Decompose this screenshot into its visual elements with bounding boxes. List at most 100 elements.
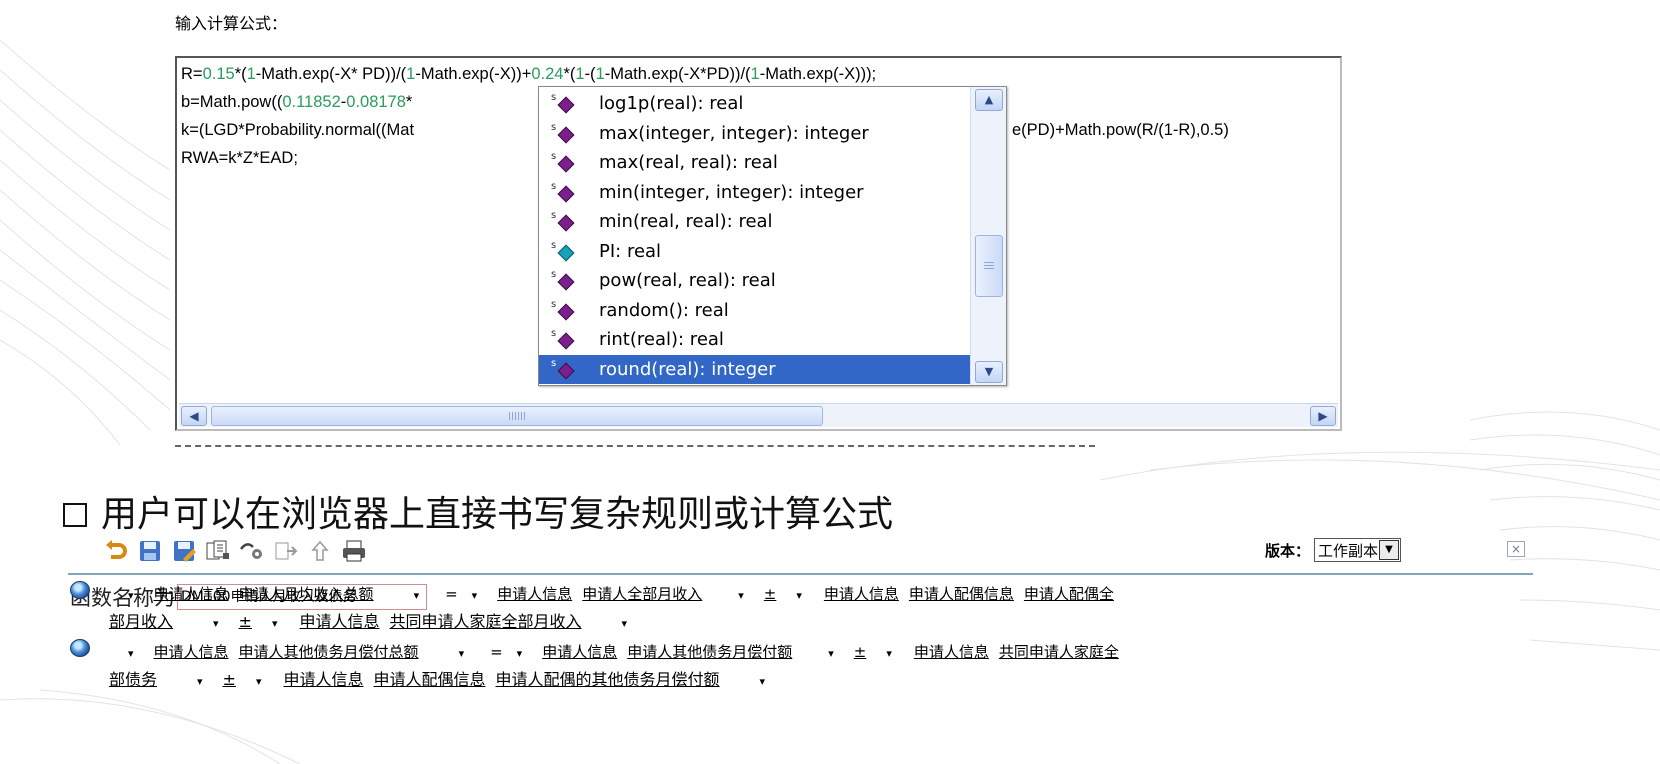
dropdown-icon[interactable]: ▾	[272, 617, 278, 630]
dropdown-icon[interactable]: ▾	[828, 647, 834, 660]
autocomplete-item[interactable]: s random(): real	[539, 296, 970, 326]
method-icon: s	[551, 298, 577, 320]
field-path-segment[interactable]: 申请人月均收入总额	[239, 585, 374, 603]
field-path-segment[interactable]: 申请人配偶的其他债务月偿付额	[496, 670, 720, 689]
autocomplete-popup[interactable]: s log1p(real): real s max(integer, integer)…	[538, 86, 1007, 386]
globe-icon[interactable]	[70, 639, 90, 657]
field-path-segment[interactable]: 申请人信息	[497, 585, 572, 603]
field-path-segment[interactable]: 申请人配偶信息	[374, 670, 486, 689]
export-icon[interactable]	[273, 539, 299, 563]
save-as-icon[interactable]	[171, 539, 197, 563]
close-icon[interactable]: ×	[1507, 541, 1525, 557]
code-token: -Math.exp(-X))+	[415, 65, 532, 83]
autocomplete-item[interactable]: s rint(real): real	[539, 325, 970, 355]
globe-icon[interactable]	[70, 581, 90, 599]
dropdown-icon[interactable]: ▾	[622, 617, 628, 630]
dropdown-icon[interactable]: ▾	[517, 647, 523, 660]
autocomplete-item-label: rint(real): real	[599, 329, 724, 350]
code-token: RWA=k*Z*EAD;	[181, 149, 298, 167]
field-path-segment[interactable]: 共同申请人家庭全部月收入	[390, 612, 582, 631]
dropdown-icon[interactable]: ▾	[796, 589, 802, 602]
field-path-segment[interactable]: 部月收入	[109, 612, 173, 631]
chevron-down-icon[interactable]: ▼	[1379, 540, 1400, 560]
autocomplete-item[interactable]: s pow(real, real): real	[539, 266, 970, 296]
rule-line-continued: 部债务 ▾ ± ▾ 申请人信息 申请人配偶信息 申请人配偶的其他债务月偿付额 ▾	[109, 669, 765, 691]
checkbox-bullet-icon	[63, 503, 87, 527]
field-path-segment[interactable]: 申请人配偶信息	[909, 585, 1014, 603]
static-marker: s	[551, 239, 557, 251]
autocomplete-item[interactable]: s max(integer, integer): integer	[539, 119, 970, 149]
field-path-segment[interactable]: 共同申请人家庭全	[999, 643, 1119, 661]
field-path-segment[interactable]: 申请人全部月收入	[582, 585, 702, 603]
left-arrow-icon: ◀	[189, 409, 199, 423]
field-path-segment[interactable]: 申请人信息	[542, 643, 617, 661]
method-icon: s	[551, 211, 577, 232]
dropdown-icon[interactable]: ▾	[472, 589, 478, 602]
autocomplete-item-label: round(real): integer	[599, 358, 776, 380]
upload-icon[interactable]	[307, 539, 333, 563]
field-path-segment[interactable]: 申请人信息	[824, 585, 899, 603]
field-path-segment[interactable]: 部债务	[109, 670, 157, 689]
dropdown-icon[interactable]: ▾	[197, 675, 203, 688]
code-token: *(	[563, 65, 576, 83]
plus-minus-operator[interactable]: ±	[854, 643, 867, 661]
dropdown-icon[interactable]: ▾	[886, 647, 892, 660]
dropdown-icon[interactable]: ▾	[213, 617, 219, 630]
dropdown-icon[interactable]: ▾	[128, 589, 134, 602]
autocomplete-item[interactable]: s PI: real	[539, 237, 970, 267]
code-token: -Math.exp(-X* PD))/(	[255, 65, 407, 83]
field-path-segment[interactable]: 申请人信息	[914, 643, 989, 661]
field-path-segment[interactable]: 申请人信息	[154, 585, 229, 603]
print-icon[interactable]	[341, 539, 367, 563]
horizontal-scroll-thumb[interactable]	[211, 406, 823, 426]
vertical-scrollbar[interactable]: ▲ ▼	[970, 87, 1006, 385]
save-icon[interactable]	[137, 539, 163, 563]
link-icon[interactable]	[239, 539, 265, 563]
method-gem-icon	[557, 332, 575, 350]
field-path-segment[interactable]: 申请人信息	[283, 670, 363, 689]
autocomplete-item-label: PI: real	[599, 240, 662, 262]
rule-line-continued: 部月收入 ▾ ± ▾ 申请人信息 共同申请人家庭全部月收入 ▾	[109, 611, 627, 633]
field-path-segment[interactable]: 申请人信息	[154, 643, 229, 661]
dropdown-icon[interactable]: ▾	[414, 589, 420, 602]
method-icon: s	[551, 122, 577, 143]
code-token: 0.11852	[282, 93, 341, 111]
right-arrow-icon: ▶	[1318, 409, 1328, 423]
field-path-segment[interactable]: 申请人信息	[299, 612, 379, 631]
dropdown-icon[interactable]: ▾	[760, 675, 766, 688]
autocomplete-list[interactable]: s log1p(real): real s max(integer, integer)…	[539, 89, 970, 384]
autocomplete-item[interactable]: s min(real, real): real	[539, 207, 970, 237]
plus-minus-operator[interactable]: ±	[764, 585, 777, 603]
static-marker: s	[551, 298, 557, 310]
field-path-segment[interactable]: 申请人其他债务月偿付额	[627, 643, 792, 661]
field-path-segment[interactable]: 申请人其他债务月偿付总额	[239, 643, 419, 661]
method-gem-icon	[557, 362, 575, 379]
field-path-segment[interactable]: 申请人配偶全	[1024, 585, 1114, 603]
scroll-right-button[interactable]: ▶	[1310, 406, 1336, 426]
autocomplete-item[interactable]: s log1p(real): real	[539, 89, 970, 119]
horizontal-scrollbar[interactable]: ◀ ▶	[179, 403, 1338, 427]
autocomplete-item[interactable]: s round(real): integer	[539, 354, 970, 384]
plus-minus-operator[interactable]: ±	[223, 670, 236, 689]
dropdown-icon[interactable]: ▾	[128, 647, 134, 660]
undo-icon[interactable]	[103, 539, 129, 563]
scroll-down-button[interactable]: ▼	[975, 361, 1003, 383]
dropdown-icon[interactable]: ▾	[256, 675, 262, 688]
dropdown-icon[interactable]: ▾	[459, 647, 465, 660]
equals-operator[interactable]: =	[490, 643, 503, 661]
equals-operator[interactable]: =	[445, 585, 458, 603]
vertical-scroll-thumb[interactable]	[975, 235, 1003, 297]
code-token: 1	[595, 65, 605, 83]
plus-minus-operator[interactable]: ±	[239, 612, 252, 631]
method-gem-icon	[557, 214, 575, 232]
version-select[interactable]: 工作副本 ▼	[1314, 538, 1402, 562]
copy-icon[interactable]	[205, 539, 231, 563]
autocomplete-item[interactable]: s max(real, real): real	[539, 148, 970, 178]
scroll-left-button[interactable]: ◀	[181, 406, 207, 426]
dropdown-icon[interactable]: ▾	[738, 589, 744, 602]
down-arrow-icon: ▼	[984, 365, 994, 378]
dashed-divider	[175, 445, 1095, 447]
bullet-heading: 用户可以在浏览器上直接书写复杂规则或计算公式	[63, 490, 893, 540]
autocomplete-item[interactable]: s min(integer, integer): integer	[539, 178, 970, 208]
scroll-up-button[interactable]: ▲	[975, 89, 1003, 111]
